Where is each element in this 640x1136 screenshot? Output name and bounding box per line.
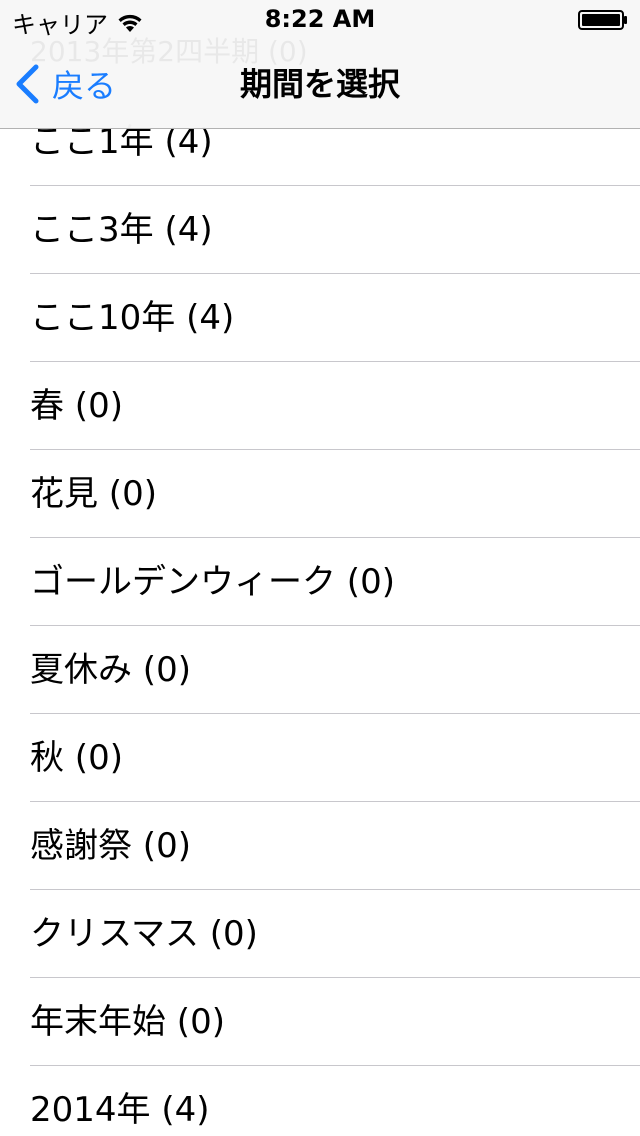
list-item[interactable]: ここ3年 (4) — [0, 186, 640, 274]
top-bar: 2013年第2四半期 (0) キャリア 8:22 AM 戻る 期間を選択 — [0, 0, 640, 129]
list-item-label: ここ3年 (4) — [30, 210, 213, 250]
list-item-label: 年末年始 (0) — [30, 1002, 225, 1042]
list-item-label: クリスマス (0) — [30, 914, 258, 954]
list-item-label: 夏休み (0) — [30, 650, 191, 690]
list-item-label: 花見 (0) — [30, 474, 157, 514]
period-list: ここ1年 (4) ここ3年 (4) ここ10年 (4) 春 (0) 花見 (0)… — [0, 98, 640, 1136]
list-item[interactable]: ここ10年 (4) — [0, 274, 640, 362]
page-title: 期間を選択 — [239, 65, 400, 103]
list-item[interactable]: クリスマス (0) — [0, 890, 640, 978]
list-item[interactable]: 春 (0) — [0, 362, 640, 450]
status-time: 8:22 AM — [264, 5, 376, 33]
list-item-label: 春 (0) — [30, 386, 123, 426]
screen: ここ1年 (4) ここ3年 (4) ここ10年 (4) 春 (0) 花見 (0)… — [0, 0, 640, 1136]
list-item[interactable]: 秋 (0) — [0, 714, 640, 802]
list-item-label: 秋 (0) — [30, 738, 123, 778]
battery-icon — [578, 10, 627, 30]
list-item-label: ゴールデンウィーク (0) — [30, 562, 395, 602]
list-item-label: ここ10年 (4) — [30, 298, 235, 338]
list-item-label: 2014年 (4) — [30, 1090, 210, 1130]
list-item-label: 感謝祭 (0) — [30, 826, 191, 866]
list-item[interactable]: ゴールデンウィーク (0) — [0, 538, 640, 626]
list-item[interactable]: 2014年 (4) — [0, 1066, 640, 1136]
list-item[interactable]: 夏休み (0) — [0, 626, 640, 714]
list-item[interactable]: 感謝祭 (0) — [0, 802, 640, 890]
status-bar: キャリア 8:22 AM — [0, 0, 640, 40]
list-item[interactable]: 花見 (0) — [0, 450, 640, 538]
list-item[interactable]: 年末年始 (0) — [0, 978, 640, 1066]
navigation-bar: 戻る 期間を選択 — [0, 40, 640, 128]
